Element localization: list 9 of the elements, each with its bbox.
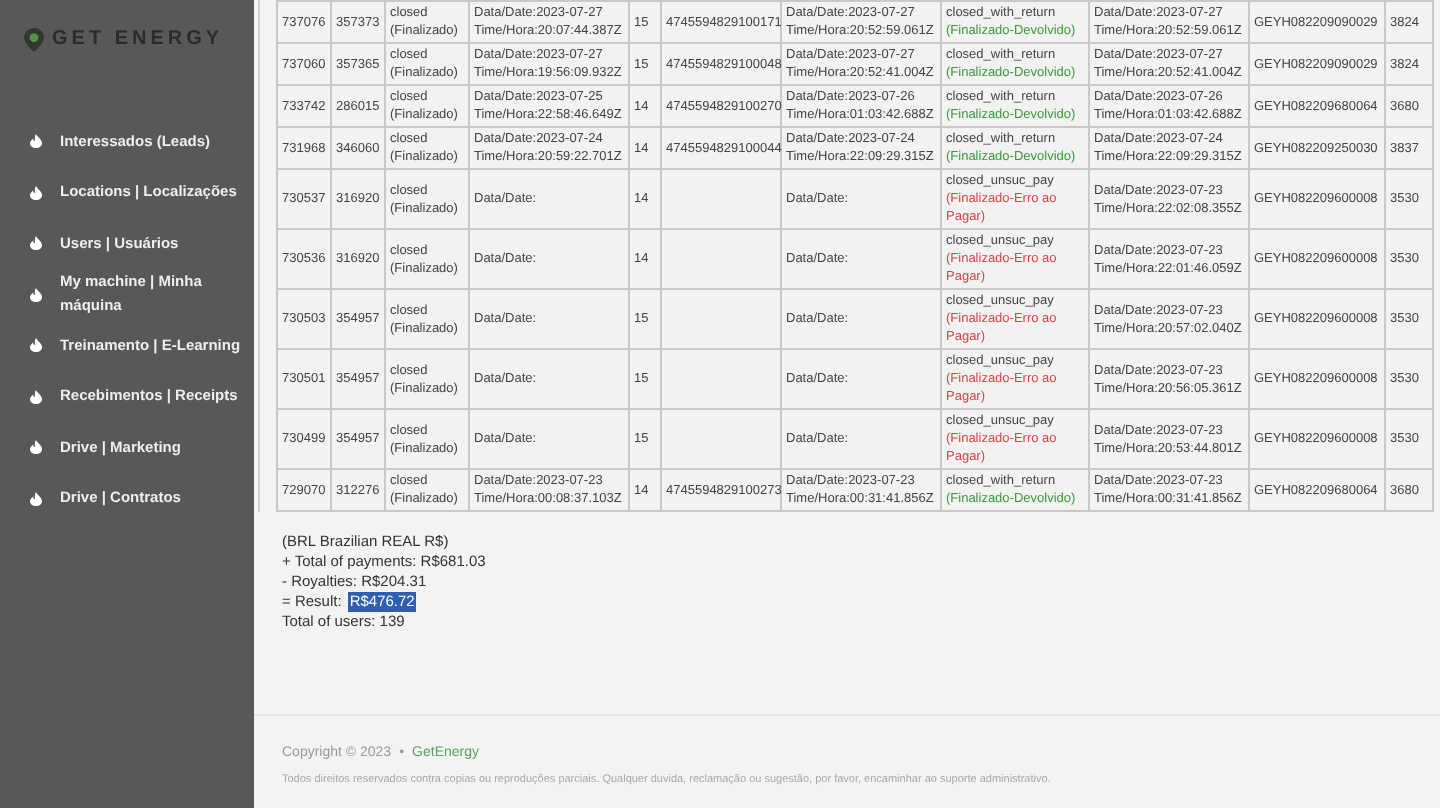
flame-icon	[30, 236, 42, 251]
flame-icon	[30, 491, 42, 506]
flame-icon	[30, 338, 42, 353]
flame-icon	[30, 389, 42, 404]
flame-icon	[30, 185, 42, 200]
logo-pin-icon	[24, 27, 44, 51]
flame-icon	[30, 134, 42, 149]
flame-icon	[30, 287, 42, 302]
flame-icon	[30, 440, 42, 455]
